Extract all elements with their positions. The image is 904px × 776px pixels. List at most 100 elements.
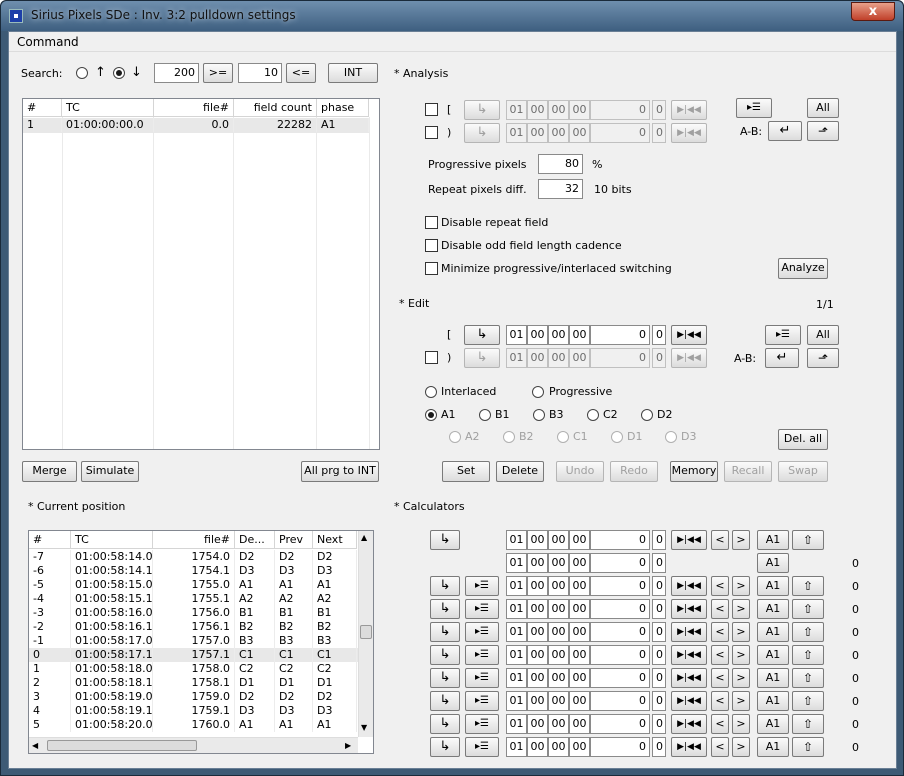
table-row[interactable]: 2 01:00:58:18.1 1758.1 D1 D1 D1 xyxy=(29,676,358,690)
close-button[interactable]: x xyxy=(851,2,895,21)
table-row[interactable]: 5 01:00:58:20.0 1760.0 A1 A1 A1 xyxy=(29,718,358,732)
tc-field[interactable]: 01 xyxy=(506,691,527,711)
scroll-left-icon[interactable]: ◀ xyxy=(32,741,38,750)
up-turn-icon[interactable]: ⬏ xyxy=(807,348,839,368)
col-field-count[interactable]: field count xyxy=(234,99,317,117)
prev-button[interactable]: < xyxy=(711,714,729,734)
shift-up-icon[interactable]: ⇧ xyxy=(792,530,824,550)
jump-icon[interactable]: ▶|◀◀ xyxy=(671,530,707,550)
tc-field[interactable]: 01 xyxy=(506,714,527,734)
search-up-radio[interactable] xyxy=(76,67,88,79)
tc-field[interactable]: 00 xyxy=(527,622,548,642)
le-button[interactable]: <= xyxy=(286,63,316,83)
goto-icon[interactable]: ↳ xyxy=(430,599,460,619)
search-value-1[interactable]: 200 xyxy=(154,63,199,83)
table-row[interactable]: 1 01:00:58:18.0 1758.0 C2 C2 C2 xyxy=(29,662,358,676)
undo-button[interactable]: Undo xyxy=(556,461,604,482)
phase-button[interactable]: A1 xyxy=(757,576,789,596)
table-row[interactable]: -3 01:00:58:16.0 1756.0 B1 B1 B1 xyxy=(29,606,358,620)
field-field[interactable]: 0 xyxy=(652,325,666,345)
frame-field[interactable]: 0 xyxy=(590,576,650,596)
int-button[interactable]: INT xyxy=(328,63,378,83)
table-row[interactable]: -6 01:00:58:14.1 1754.1 D3 D3 D3 xyxy=(29,564,358,578)
field-field[interactable]: 0 xyxy=(652,576,666,596)
phase-radio-c2[interactable] xyxy=(587,409,599,421)
list-icon[interactable]: ▸☰ xyxy=(465,576,499,596)
tc-field[interactable]: 00 xyxy=(548,714,569,734)
frame-field[interactable]: 0 xyxy=(590,691,650,711)
jump-icon[interactable]: ▶|◀◀ xyxy=(671,325,707,345)
analysis-in_mark-checkbox[interactable] xyxy=(425,103,438,116)
tc-field[interactable]: 01 xyxy=(506,576,527,596)
tc-field[interactable]: 01 xyxy=(506,599,527,619)
del-all-button[interactable]: Del. all xyxy=(778,429,828,450)
tc-field[interactable]: 00 xyxy=(569,622,590,642)
scroll-down-icon[interactable]: ▼ xyxy=(361,723,367,732)
jump-icon[interactable]: ▶|◀◀ xyxy=(671,645,707,665)
search-value-2[interactable]: 10 xyxy=(238,63,282,83)
shift-up-icon[interactable]: ⇧ xyxy=(792,622,824,642)
jump-icon[interactable]: ▶|◀◀ xyxy=(671,622,707,642)
next-button[interactable]: > xyxy=(732,599,750,619)
tc-field[interactable]: 00 xyxy=(569,576,590,596)
goto-icon[interactable]: ↳ xyxy=(430,530,460,550)
tc-field[interactable]: 00 xyxy=(569,668,590,688)
phase-button[interactable]: A1 xyxy=(757,714,789,734)
table-row[interactable]: 1 01:00:00:00.0 0.0 22282 A1 xyxy=(23,118,369,133)
goto-icon[interactable]: ↳ xyxy=(430,691,460,711)
phase-table[interactable]: # TC file# field count phase 1 01:00:00:… xyxy=(22,98,380,450)
tc-field[interactable]: 00 xyxy=(548,645,569,665)
list-icon[interactable]: ▸☰ xyxy=(465,691,499,711)
list-icon[interactable]: ▸☰ xyxy=(465,622,499,642)
goto-icon[interactable]: ↳ xyxy=(430,714,460,734)
phase-radio-d3[interactable] xyxy=(665,431,677,443)
phase-button[interactable]: A1 xyxy=(757,622,789,642)
delete-button[interactable]: Delete xyxy=(496,461,544,482)
return-icon[interactable]: ↵ xyxy=(765,348,799,368)
tc-field[interactable]: 00 xyxy=(548,553,569,573)
jump-icon[interactable]: ▶|◀◀ xyxy=(671,668,707,688)
tc-field[interactable]: 00 xyxy=(569,599,590,619)
phase-button[interactable]: A1 xyxy=(757,530,789,550)
next-button[interactable]: > xyxy=(732,576,750,596)
tc-field[interactable]: 01 xyxy=(506,737,527,757)
frame-field[interactable]: 0 xyxy=(590,325,650,345)
phase-button[interactable]: A1 xyxy=(757,553,789,573)
prev-button[interactable]: < xyxy=(711,530,729,550)
col-file[interactable]: file# xyxy=(154,99,234,117)
list-icon[interactable]: ▸☰ xyxy=(465,737,499,757)
next-button[interactable]: > xyxy=(732,668,750,688)
goto-icon[interactable]: ↳ xyxy=(430,576,460,596)
jump-icon[interactable]: ▶|◀◀ xyxy=(671,691,707,711)
tc-field[interactable]: 00 xyxy=(527,668,548,688)
goto-icon[interactable]: ↳ xyxy=(464,325,500,345)
goto-icon[interactable]: ↳ xyxy=(430,645,460,665)
col-tc[interactable]: TC xyxy=(62,99,154,117)
simulate-button[interactable]: Simulate xyxy=(81,461,139,482)
progressive-pixels-input[interactable]: 80 xyxy=(538,154,583,174)
tc-field[interactable]: 00 xyxy=(527,576,548,596)
tc-field[interactable]: 01 xyxy=(506,668,527,688)
tc-field[interactable]: 00 xyxy=(548,622,569,642)
tc-field[interactable]: 00 xyxy=(548,737,569,757)
col-num[interactable]: # xyxy=(23,99,62,117)
repeat-pixels-input[interactable]: 32 xyxy=(538,179,583,199)
analysis-out_mark-checkbox[interactable] xyxy=(425,126,438,139)
table-row[interactable]: -4 01:00:58:15.1 1755.1 A2 A2 A2 xyxy=(29,592,358,606)
tc-field[interactable]: 00 xyxy=(569,325,590,345)
tc-field[interactable]: 00 xyxy=(569,737,590,757)
field-field[interactable]: 0 xyxy=(652,691,666,711)
tc-field[interactable]: 00 xyxy=(569,714,590,734)
up-turn-icon[interactable]: ⬏ xyxy=(807,121,839,141)
frame-field[interactable]: 0 xyxy=(590,599,650,619)
prev-button[interactable]: < xyxy=(711,645,729,665)
tc-field[interactable]: 00 xyxy=(548,530,569,550)
list-icon[interactable]: ▸☰ xyxy=(765,325,801,345)
phase-button[interactable]: A1 xyxy=(757,691,789,711)
vertical-scrollbar[interactable]: ▲ ▼ xyxy=(358,531,373,737)
table-row[interactable]: -2 01:00:58:16.1 1756.1 B2 B2 B2 xyxy=(29,620,358,634)
next-button[interactable]: > xyxy=(732,622,750,642)
next-button[interactable]: > xyxy=(732,691,750,711)
table-row[interactable]: -5 01:00:58:15.0 1755.0 A1 A1 A1 xyxy=(29,578,358,592)
next-button[interactable]: > xyxy=(732,714,750,734)
